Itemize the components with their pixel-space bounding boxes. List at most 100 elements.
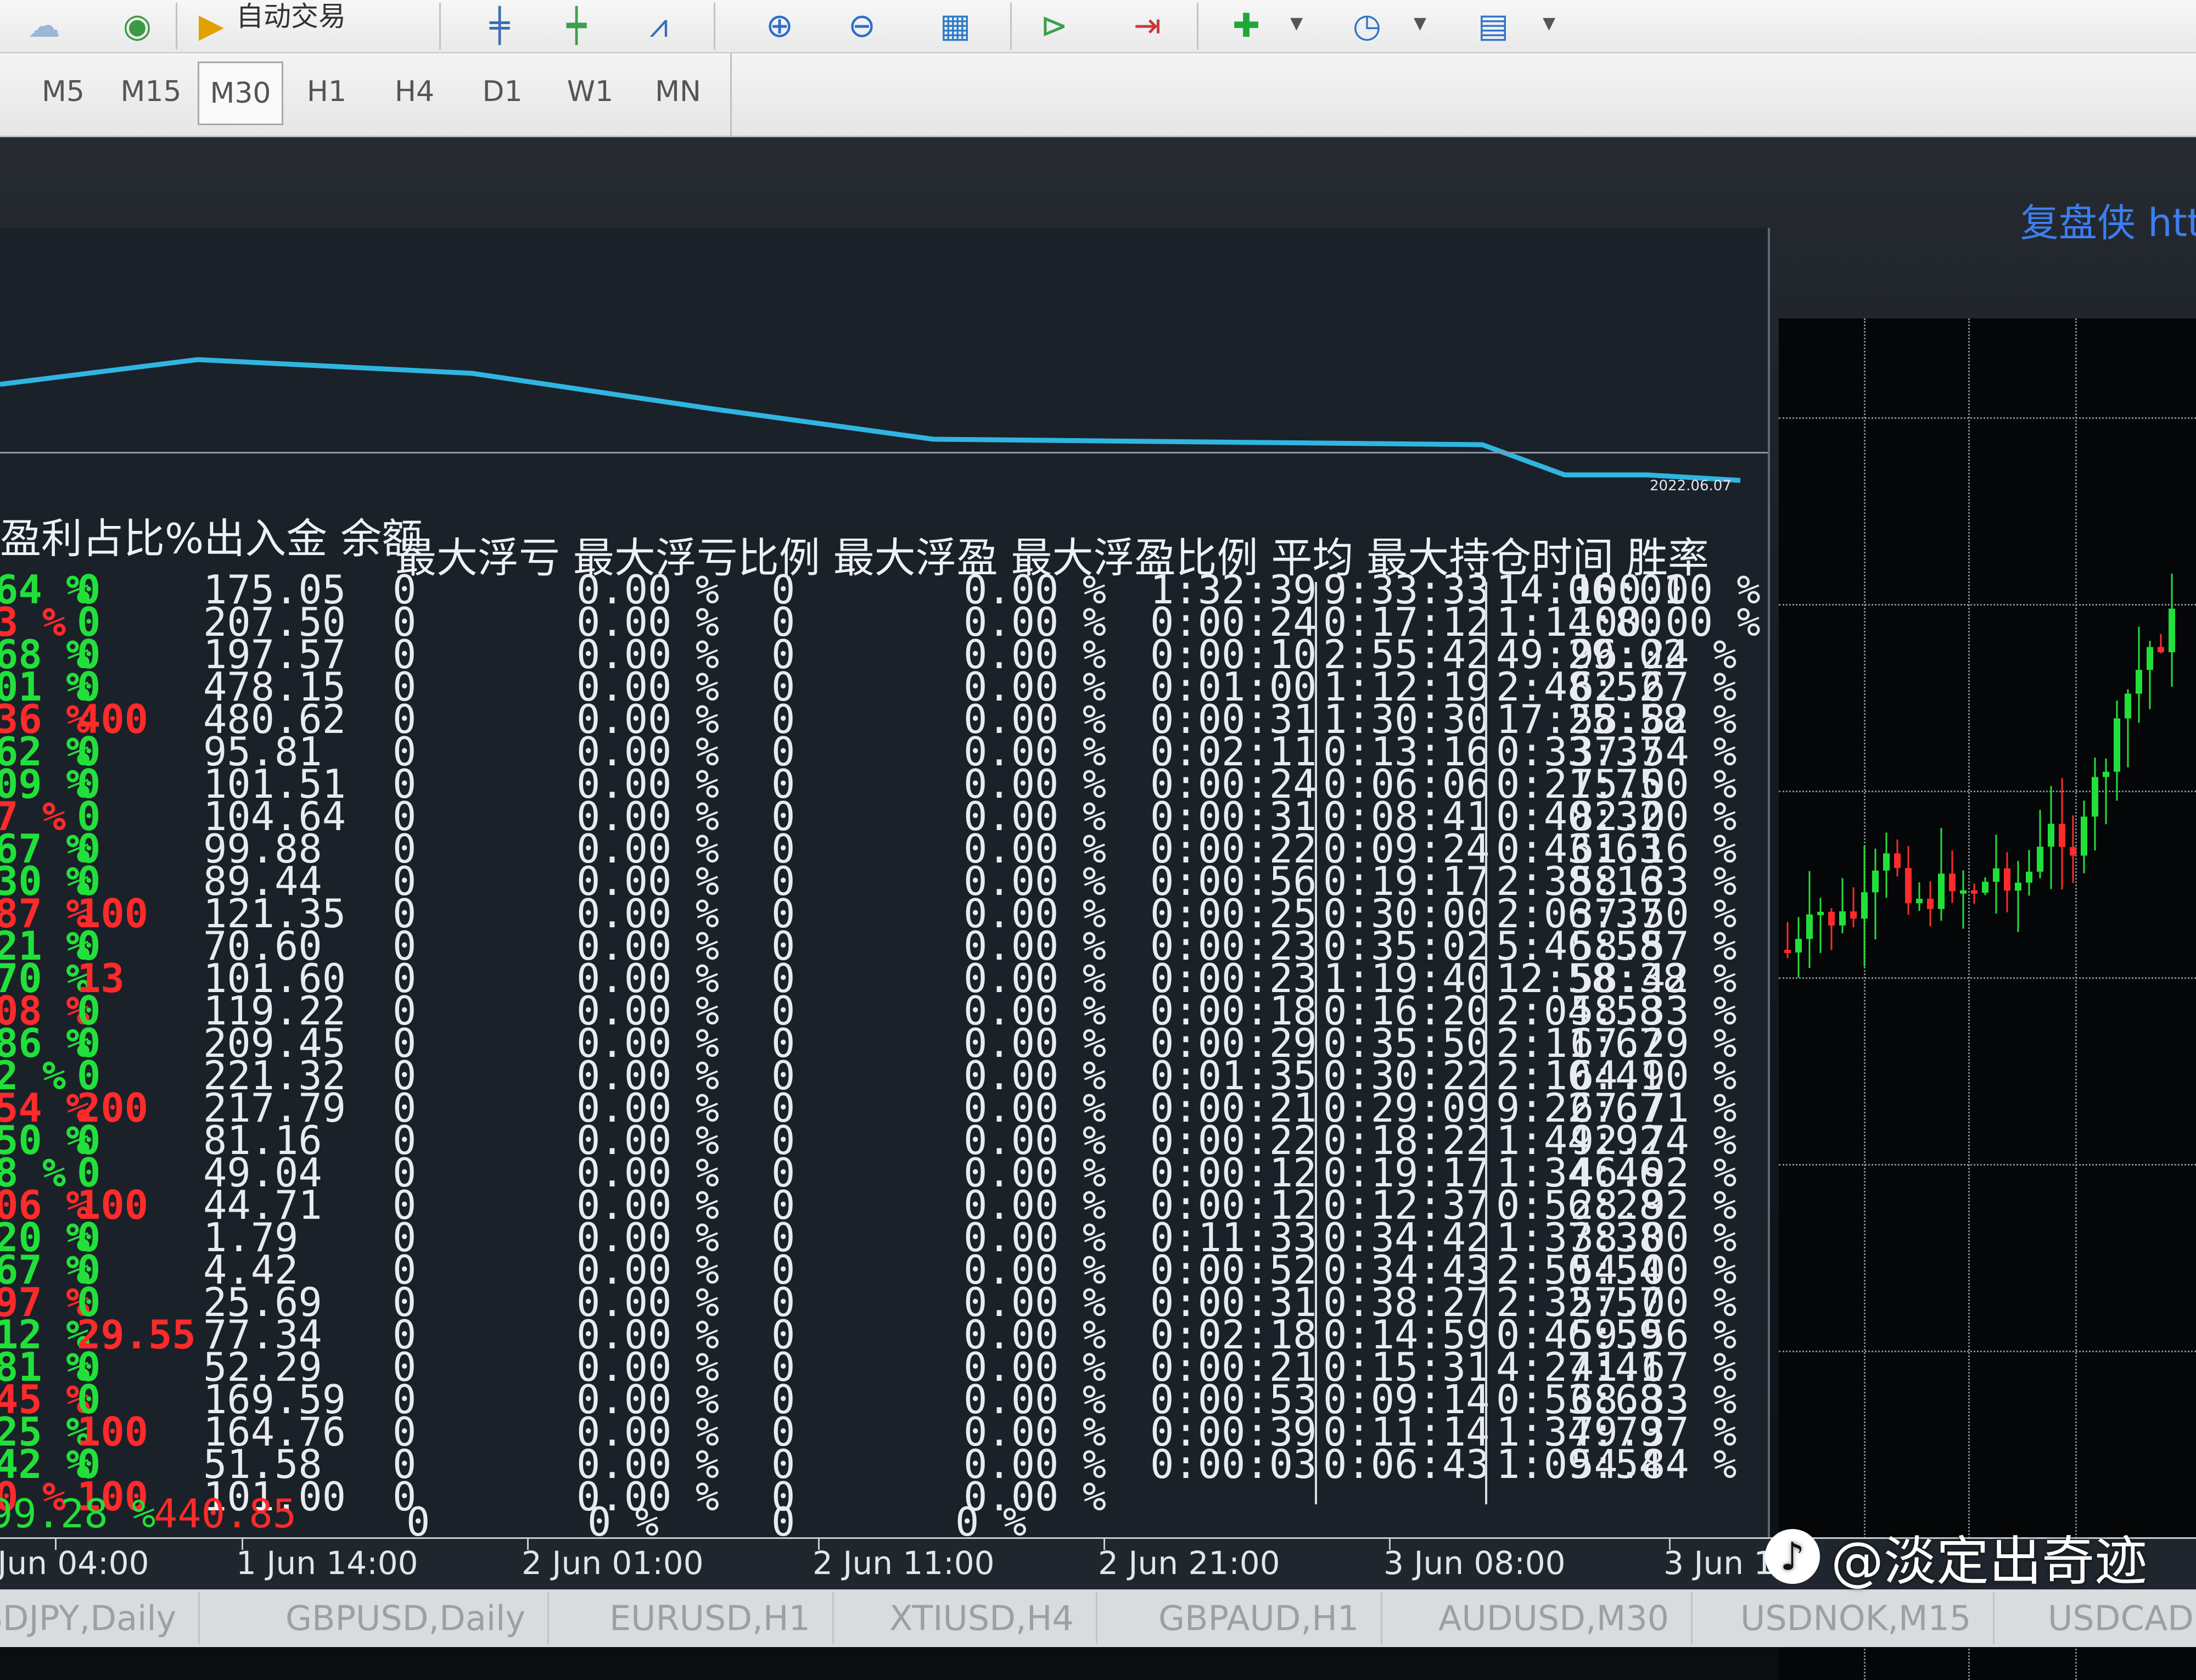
chart-line-icon[interactable]: ⩘ (637, 4, 681, 47)
balance-column: 175.05 207.50 197.57 478.15 480.62 95.81 101.5… (203, 570, 346, 1516)
tab-audusd-m30[interactable]: AUDUSD,M30 (1416, 1592, 1693, 1644)
max-time-column: 9:33:33 0:17:12 2:55:42 1:12:19 1:30:30 0:13:… (1323, 570, 1490, 1513)
equity-line (0, 357, 1741, 483)
candle-body (2004, 868, 2010, 891)
globe-icon[interactable]: ◉ (115, 4, 159, 47)
candle-body (2147, 647, 2153, 670)
timeframe-mn[interactable]: MN (637, 61, 719, 122)
toolbar-separator (730, 53, 732, 136)
tab-eurusd-h1[interactable]: EURUSD,H1 (587, 1592, 834, 1644)
candle-body (1960, 890, 1967, 894)
toolbar-separator (714, 3, 715, 49)
column-divider (1485, 582, 1487, 1504)
periods-clock-icon[interactable]: ◷ (1345, 4, 1389, 47)
watermark: ♪ @淡定出奇迹 (1765, 1521, 2147, 1592)
candle-body (1938, 873, 1945, 909)
timeframe-d1[interactable]: D1 (461, 61, 544, 122)
tab-gbpusd-daily[interactable]: GBPUSD,Daily (264, 1592, 550, 1644)
tab-usdnok-m15[interactable]: USDNOK,M15 (1718, 1592, 1995, 1644)
timeframe-m15[interactable]: M15 (110, 61, 192, 122)
candle-body (2169, 608, 2175, 653)
tile-windows-icon[interactable]: ▦ (933, 4, 977, 47)
time-label: 3 Jun 08:00 (1383, 1544, 1566, 1582)
inout-column: 0 0 0 0 400 0 0 0 0 0 100 0 13 0 0 0 200 0 0 100 0 0 0 29.55 0 0 1… (77, 570, 196, 1516)
candle-body (1806, 914, 1813, 939)
total-pct: 99.28 % (0, 1491, 156, 1537)
tab-xtiusd-h4[interactable]: XTIUSD,H4 (867, 1592, 1097, 1644)
templates-icon[interactable]: ▤ (1471, 4, 1515, 47)
candle-body (1850, 911, 1857, 919)
chart-bar-icon[interactable]: ╪ (478, 4, 522, 47)
candle-body (2092, 777, 2098, 817)
douyin-logo-icon: ♪ (1765, 1529, 1820, 1584)
time-label: 1 Jun 14:00 (236, 1544, 418, 1582)
tab-usdjpy-daily[interactable]: USDJPY,Daily (0, 1592, 200, 1644)
candle-body (2015, 882, 2021, 891)
candle-body (2136, 670, 2142, 694)
timeframe-m5[interactable]: M5 (22, 61, 104, 122)
timeframe-h4[interactable]: H4 (373, 61, 456, 122)
toolbar-separator (176, 3, 177, 49)
chart-tabs: USDJPY,Daily GBPUSD,Daily EURUSD,H1 XTIU… (0, 1589, 2196, 1647)
candle-body (1872, 870, 1879, 893)
toolbar-separator (439, 3, 441, 49)
candle-body (1784, 950, 1791, 953)
equity-date-label: 2022.06.07 (1650, 478, 1732, 494)
candle-body (2037, 847, 2043, 872)
candle-body (1927, 898, 1934, 909)
candle-body (1828, 911, 1835, 926)
add-indicator-icon[interactable]: ✚ (1224, 4, 1268, 47)
candle-body (2125, 693, 2131, 719)
chevron-down-icon[interactable]: ▼ (1414, 14, 1426, 33)
chart-title-text: 复盘侠 http (2020, 200, 2196, 245)
win-rate-cell: 54.84 % (1570, 1441, 1737, 1487)
statistics-panel: 2022.06.07 盈利占比%出入金 余额 最大浮亏 最大浮亏比例 最大浮盈 … (0, 228, 1770, 1611)
win-rate-column: 100.00 % 100.00 % 96.24 % 62.67 % 58.82 % 37.… (1570, 570, 1761, 1513)
max-time-cell: 0:06:43 (1323, 1441, 1490, 1487)
auto-trading-icon[interactable]: ▶ (189, 4, 233, 47)
candle-body (1839, 911, 1846, 926)
max-float-loss-pct-column: 0.00 % 0.00 % 0.00 % 0.00 % 0.00 % 0.00 % 0.00… (576, 570, 719, 1516)
total-inout: 440.85 (154, 1491, 297, 1537)
chart-window: 复盘侠 http 2022.06.07 盈利占比%出入金 余额 最大浮亏 最大浮… (0, 137, 2196, 1680)
timeframe-h1[interactable]: H1 (285, 61, 368, 122)
candle-body (1949, 873, 1956, 892)
candle-body (1982, 882, 1988, 893)
time-label: 2 Jun 11:00 (813, 1544, 995, 1582)
auto-trading-button[interactable]: 自动交易 (236, 0, 346, 33)
candle-body (1861, 892, 1868, 919)
candle-body (2070, 847, 2076, 856)
chart-shift-icon[interactable]: ⊳ (1032, 4, 1076, 47)
candle-body (2103, 771, 2109, 777)
candle-body (1894, 853, 1901, 869)
candle-body (2048, 824, 2054, 847)
candle-body (1795, 939, 1802, 953)
toolbar-separator (1197, 3, 1198, 49)
autoscroll-icon[interactable]: ⇥ (1125, 4, 1169, 47)
zoom-in-icon[interactable]: ⊕ (758, 4, 802, 47)
candle-body (1916, 898, 1923, 904)
timeframe-m30[interactable]: M30 (198, 61, 283, 125)
toolbar-separator (1010, 3, 1012, 49)
timeframe-w1[interactable]: W1 (549, 61, 631, 122)
watermark-text: @淡定出奇迹 (1831, 1530, 2147, 1592)
candle-body (2026, 871, 2032, 883)
column-header-left: 盈利占比%出入金 余额 (0, 514, 423, 563)
max-float-profit-pct-column: 0.00 % 0.00 % 0.00 % 0.00 % 0.00 % 0.00 % 0.00… (963, 570, 1106, 1516)
max-float-loss-column: 00000000000000000000000000000 (393, 570, 416, 1516)
avg-time-cell: 0:00:03 (1150, 1441, 1317, 1487)
candle-body (2081, 816, 2087, 856)
tab-gbpaud-h1[interactable]: GBPAUD,H1 (1136, 1592, 1383, 1644)
chart-candle-icon[interactable]: ┿ (554, 4, 598, 47)
main-toolbar: ☁ ◉ ▶ 自动交易 ╪ ┿ ⩘ ⊕ ⊖ ▦ ⊳ ⇥ ✚ ▼ ◷ ▼ ▤ ▼ (0, 0, 2196, 53)
zoom-out-icon[interactable]: ⊖ (840, 4, 884, 47)
tab-usdcad[interactable]: USDCAD,M (2026, 1592, 2196, 1644)
chevron-down-icon[interactable]: ▼ (1290, 14, 1303, 33)
price-chart[interactable] (1779, 318, 2196, 1680)
candle-body (1905, 868, 1912, 904)
chevron-down-icon[interactable]: ▼ (1543, 14, 1555, 33)
time-label: 2 Jun 01:00 (522, 1544, 704, 1582)
candle-body (2114, 718, 2120, 772)
cloud-icon[interactable]: ☁ (22, 4, 66, 47)
pct-column: 64 % 3 % 68 % 01 % 36 % 62 % 09 % 7 % 67 % 30 % 87… (0, 570, 89, 1516)
